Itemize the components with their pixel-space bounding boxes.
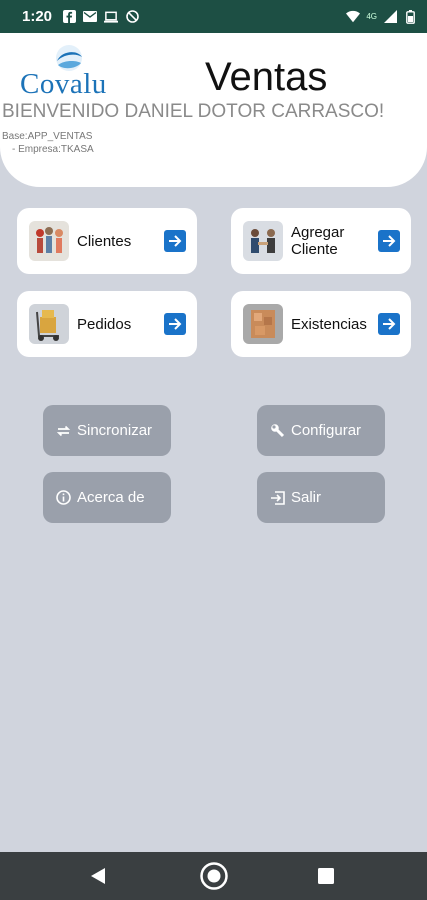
arrow-right-icon	[378, 313, 400, 335]
wrench-icon	[269, 423, 285, 439]
existencias-thumbnail-icon	[243, 304, 283, 344]
header-card: Covalu Ventas BIENVENIDO DANIEL DOTOR CA…	[0, 33, 427, 187]
acerca-de-button[interactable]: Acerca de	[43, 472, 171, 523]
logo-text: Covalu	[20, 68, 107, 100]
agregar-cliente-label-line1: Agregar	[291, 224, 345, 241]
mail-icon	[83, 10, 98, 24]
existencias-label: Existencias	[291, 315, 367, 333]
blocked-icon	[125, 10, 139, 24]
status-bar: 1:20 4G	[0, 0, 427, 33]
clientes-thumbnail-icon	[29, 221, 69, 261]
pedidos-thumbnail-icon	[29, 304, 69, 344]
home-icon[interactable]	[199, 861, 229, 896]
pedidos-card[interactable]: Pedidos	[17, 291, 197, 357]
network-type-label: 4G	[366, 12, 377, 21]
battery-icon	[403, 9, 417, 24]
system-navigation-bar	[0, 852, 427, 900]
exit-icon	[269, 490, 285, 506]
configurar-label: Configurar	[291, 422, 362, 439]
sincronizar-label: Sincronizar	[77, 422, 153, 439]
page-title: Ventas	[205, 55, 328, 99]
clientes-card[interactable]: Clientes	[17, 208, 197, 274]
existencias-card[interactable]: Existencias	[231, 291, 411, 357]
configurar-button[interactable]: Configurar	[257, 405, 385, 456]
covalu-logo: Covalu	[20, 43, 120, 100]
signal-icon	[383, 10, 397, 24]
agregar-cliente-label: Agregar Cliente	[291, 224, 344, 258]
recent-apps-icon[interactable]	[318, 868, 334, 889]
acerca-de-label: Acerca de	[77, 489, 145, 506]
company-label: - Empresa:TKASA	[12, 144, 94, 155]
back-icon[interactable]	[90, 867, 106, 890]
arrow-right-icon	[164, 230, 186, 252]
agregar-cliente-label-line2: Cliente	[291, 241, 338, 258]
clientes-label: Clientes	[77, 232, 132, 250]
salir-button[interactable]: Salir	[257, 472, 385, 523]
database-label: Base:APP_VENTAS	[2, 131, 93, 142]
salir-label: Salir	[291, 489, 322, 506]
wifi-icon	[346, 10, 361, 24]
status-time: 1:20	[22, 8, 53, 25]
welcome-message: BIENVENIDO DANIEL DOTOR CARRASCO!	[2, 101, 385, 122]
arrow-right-icon	[378, 230, 400, 252]
agregar-cliente-card[interactable]: Agregar Cliente	[231, 208, 411, 274]
pedidos-label: Pedidos	[77, 315, 132, 333]
sincronizar-button[interactable]: Sincronizar	[43, 405, 171, 456]
sync-icon	[55, 423, 71, 439]
info-icon	[55, 490, 71, 506]
facebook-icon	[62, 10, 76, 24]
laptop-icon	[104, 10, 119, 24]
arrow-right-icon	[164, 313, 186, 335]
agregar-cliente-thumbnail-icon	[243, 221, 283, 261]
